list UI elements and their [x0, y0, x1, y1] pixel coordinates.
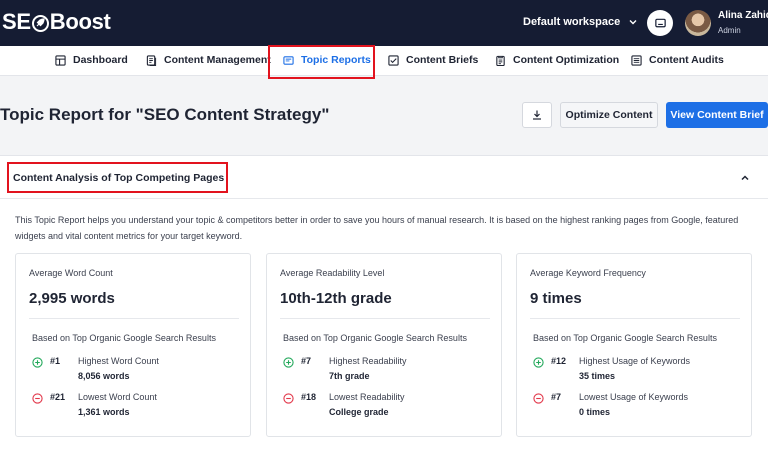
chevron-up-icon[interactable]: [739, 172, 751, 184]
layout-icon: [55, 54, 66, 66]
stat-rank: #12: [551, 356, 567, 366]
stat-title: Lowest Word Count: [78, 392, 157, 402]
card-source: Based on Top Organic Google Search Resul…: [32, 333, 216, 343]
card-source: Based on Top Organic Google Search Resul…: [533, 333, 717, 343]
stat-rank: #7: [551, 392, 562, 402]
stat-rank: #7: [301, 356, 312, 366]
stat-title: Lowest Usage of Keywords: [579, 392, 689, 402]
card-value: 2,995 words: [29, 290, 115, 307]
stat-value: 0 times: [579, 407, 611, 417]
nav-label: Content Optimization: [513, 54, 620, 66]
stat-value: 8,056 words: [78, 371, 130, 381]
checklist-icon: [388, 54, 399, 66]
stat-rank: #21: [50, 392, 66, 402]
user-role: Admin: [718, 26, 741, 35]
nav-label: Dashboard: [73, 54, 128, 66]
stat-title: Highest Readability: [329, 356, 407, 366]
clipboard-icon: [496, 55, 505, 66]
panel-title-highlight-box: [7, 162, 228, 193]
logo-suffix: Boost: [49, 9, 111, 34]
monitor-button[interactable]: [647, 10, 673, 36]
nav-item-content-optimization[interactable]: Content Optimization: [495, 54, 619, 66]
card-value: 9 times: [530, 290, 582, 307]
content-analysis-panel: Content Analysis of Top Competing Pages …: [0, 155, 768, 452]
card-label: Average Keyword Frequency: [530, 268, 646, 278]
stat-title: Highest Word Count: [78, 356, 159, 366]
stat-title: Highest Usage of Keywords: [579, 356, 691, 366]
seoboost-logo[interactable]: SE Boost: [2, 9, 111, 35]
nav-item-content-audits[interactable]: Content Audits: [631, 54, 724, 66]
document-stack-icon: [146, 54, 157, 66]
minus-circle-icon: [533, 393, 544, 404]
minus-circle-icon: [32, 393, 43, 404]
nav-label: Content Briefs: [406, 54, 479, 66]
plus-circle-icon: [283, 357, 294, 368]
nav-label: Content Management: [164, 54, 271, 66]
download-icon: [533, 110, 541, 120]
minus-circle-icon: [283, 393, 294, 404]
audit-list-icon: [631, 54, 642, 66]
top-bar: SE Boost Default workspace Alina Zahid A…: [0, 0, 768, 46]
nav-label: Content Audits: [649, 54, 724, 66]
stat-value: 35 times: [579, 371, 616, 381]
word-count-card: Average Word Count 2,995 words Based on …: [15, 253, 251, 437]
readability-card: Average Readability Level 10th-12th grad…: [266, 253, 502, 437]
stat-title: Lowest Readability: [329, 392, 405, 402]
plus-circle-icon: [533, 357, 544, 368]
card-label: Average Readability Level: [280, 268, 385, 278]
plus-circle-icon: [32, 357, 43, 368]
nav-item-content-briefs[interactable]: Content Briefs: [388, 54, 478, 66]
stat-value: 1,361 words: [78, 407, 130, 417]
download-button[interactable]: [522, 102, 552, 128]
nav-item-content-management[interactable]: Content Management: [146, 54, 271, 66]
card-label: Average Word Count: [29, 268, 113, 278]
card-value: 10th-12th grade: [280, 290, 392, 307]
user-avatar[interactable]: [685, 10, 711, 36]
page-title: Topic Report for "SEO Content Strategy": [0, 105, 330, 124]
keyword-frequency-card: Average Keyword Frequency 9 times Based …: [516, 253, 752, 437]
stat-rank: #18: [301, 392, 317, 402]
logo-prefix: SE: [2, 9, 31, 34]
chevron-down-icon: [629, 20, 637, 25]
panel-description: This Topic Report helps you understand y…: [15, 215, 739, 241]
nav-item-dashboard[interactable]: Dashboard: [55, 54, 128, 66]
main-nav: Dashboard Content Management Topic Repor…: [0, 46, 768, 76]
card-divider: [280, 318, 490, 319]
panel-divider: [0, 198, 768, 199]
workspace-label: Default workspace: [523, 16, 621, 28]
stat-rank: #1: [50, 356, 61, 366]
topic-reports-highlight-box: [268, 45, 375, 79]
rocket-icon: [31, 14, 49, 32]
monitor-icon: [654, 18, 666, 27]
user-name[interactable]: Alina Zahid: [718, 10, 768, 21]
workspace-selector[interactable]: Default workspace: [523, 16, 638, 28]
stat-value: College grade: [329, 407, 389, 417]
stat-value: 7th grade: [329, 371, 370, 381]
card-divider: [530, 318, 740, 319]
view-content-brief-button[interactable]: View Content Brief: [666, 102, 768, 128]
optimize-content-button[interactable]: Optimize Content: [560, 102, 658, 128]
card-source: Based on Top Organic Google Search Resul…: [283, 333, 467, 343]
card-divider: [29, 318, 239, 319]
